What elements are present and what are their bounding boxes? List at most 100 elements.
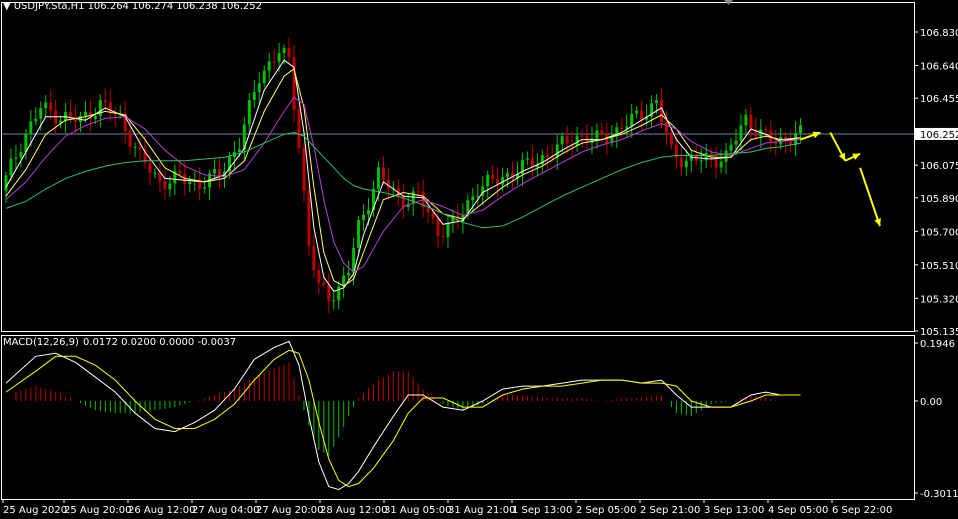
candle-body [704, 152, 708, 161]
candle-body [282, 48, 286, 54]
candle-body [14, 157, 18, 159]
candle-body [476, 195, 480, 197]
candle-body [19, 152, 23, 158]
candle-body [684, 160, 688, 168]
time-axis-label: 2 Sep 05:00 [576, 505, 636, 516]
price-axis-label: 106.640 [920, 62, 958, 73]
macd-signal-line [5, 349, 801, 488]
candle-body [630, 113, 634, 127]
time-axis-label: 25 Aug 2020 [3, 505, 67, 516]
candle-body [545, 155, 549, 157]
candle-body [620, 127, 624, 129]
candle-body [317, 270, 321, 283]
candle-body [471, 196, 475, 201]
forecast-arrow-head [812, 131, 821, 139]
price-axis-label: 106.830 [920, 28, 958, 39]
macd-axis-label: 0.1946 [920, 339, 955, 350]
time-axis-label: 4 Sep 05:00 [768, 505, 828, 516]
candle-body [640, 110, 644, 120]
candle-body [635, 110, 639, 114]
candle-body [486, 174, 490, 187]
candle-body [525, 158, 529, 160]
candle-body [426, 207, 430, 213]
candle-body [729, 144, 733, 151]
price-axis-label: 105.890 [920, 194, 958, 205]
macd-main-line [5, 340, 801, 491]
time-axis-label: 6 Sep 22:00 [832, 505, 892, 516]
current-price-label: 106.252 [920, 130, 958, 141]
candle-body [734, 140, 738, 145]
forecast-arrow-line [859, 167, 881, 227]
candle-body [49, 102, 53, 111]
candle-body [83, 111, 87, 116]
candle-body [580, 135, 584, 137]
candle-body [44, 102, 48, 109]
time-axis-label: 28 Aug 12:00 [320, 505, 387, 516]
candle-body [292, 57, 296, 110]
time-axis-label: 27 Aug 04:00 [192, 505, 259, 516]
candle-body [103, 100, 107, 103]
candle-body [739, 125, 743, 141]
time-axis-label: 25 Aug 20:00 [64, 505, 131, 516]
candle-body [252, 92, 256, 100]
time-axis-label: 26 Aug 12:00 [128, 505, 195, 516]
candle-body [441, 236, 445, 238]
candle-body [749, 114, 753, 131]
candle-body [247, 99, 251, 125]
candle-body [74, 116, 78, 122]
candle-body [337, 286, 341, 301]
candle-body [719, 161, 723, 168]
candle-body [724, 150, 728, 162]
candle-body [436, 217, 440, 237]
price-axis-label: 106.455 [920, 94, 958, 105]
time-axis-label: 27 Aug 20:00 [256, 505, 323, 516]
candle-body [386, 179, 390, 189]
candle-body [381, 167, 385, 180]
candle-body [39, 108, 43, 119]
candle-body [679, 157, 683, 168]
candle-body [138, 146, 142, 150]
time-axis-label: 2 Sep 21:00 [640, 505, 700, 516]
candle-body [342, 275, 346, 287]
price-chart[interactable]: 106.830 106.640 106.455 106.252 106.075 105.8… [0, 0, 958, 519]
candle-body [297, 109, 301, 148]
price-axis-label: 105.700 [920, 227, 958, 238]
candle-body [327, 284, 331, 302]
candle-body [4, 175, 8, 191]
candle-body [267, 61, 271, 71]
candle-body [600, 130, 604, 135]
candle-body [128, 131, 132, 148]
price-axis-label: 105.510 [920, 261, 958, 272]
macd-axis-label: -0.3011 [920, 489, 958, 500]
candle-body [491, 174, 495, 180]
candle-body [163, 181, 167, 190]
candle-body [262, 70, 266, 84]
candle-body [213, 168, 217, 174]
candle-body [178, 171, 182, 174]
candle-body [799, 125, 803, 134]
candle-body [655, 100, 659, 104]
time-axis-label: 31 Aug 21:00 [448, 505, 515, 516]
candle-body [530, 158, 534, 168]
candle-body [272, 61, 276, 63]
price-axis-label: 106.075 [920, 161, 958, 172]
candle-body [287, 48, 291, 58]
candle-body [93, 115, 97, 120]
price-axis-label: 105.135 [920, 327, 958, 338]
time-axis-label: 1 Sep 13:00 [512, 505, 572, 516]
candle-body [575, 135, 579, 146]
candle-body [133, 146, 137, 148]
price-axis-label: 105.320 [920, 294, 958, 305]
time-axis-label: 3 Sep 13:00 [704, 505, 764, 516]
candle-body [416, 191, 420, 193]
candle-body [29, 121, 33, 135]
candle-body [98, 100, 102, 116]
candle-body [669, 132, 673, 145]
main-pane-frame [1, 2, 915, 332]
candle-body [237, 149, 241, 153]
candle-body [565, 136, 569, 144]
candle-body [555, 144, 559, 158]
candle-body [764, 129, 768, 131]
candle-body [322, 282, 326, 285]
candle-body [560, 136, 564, 145]
